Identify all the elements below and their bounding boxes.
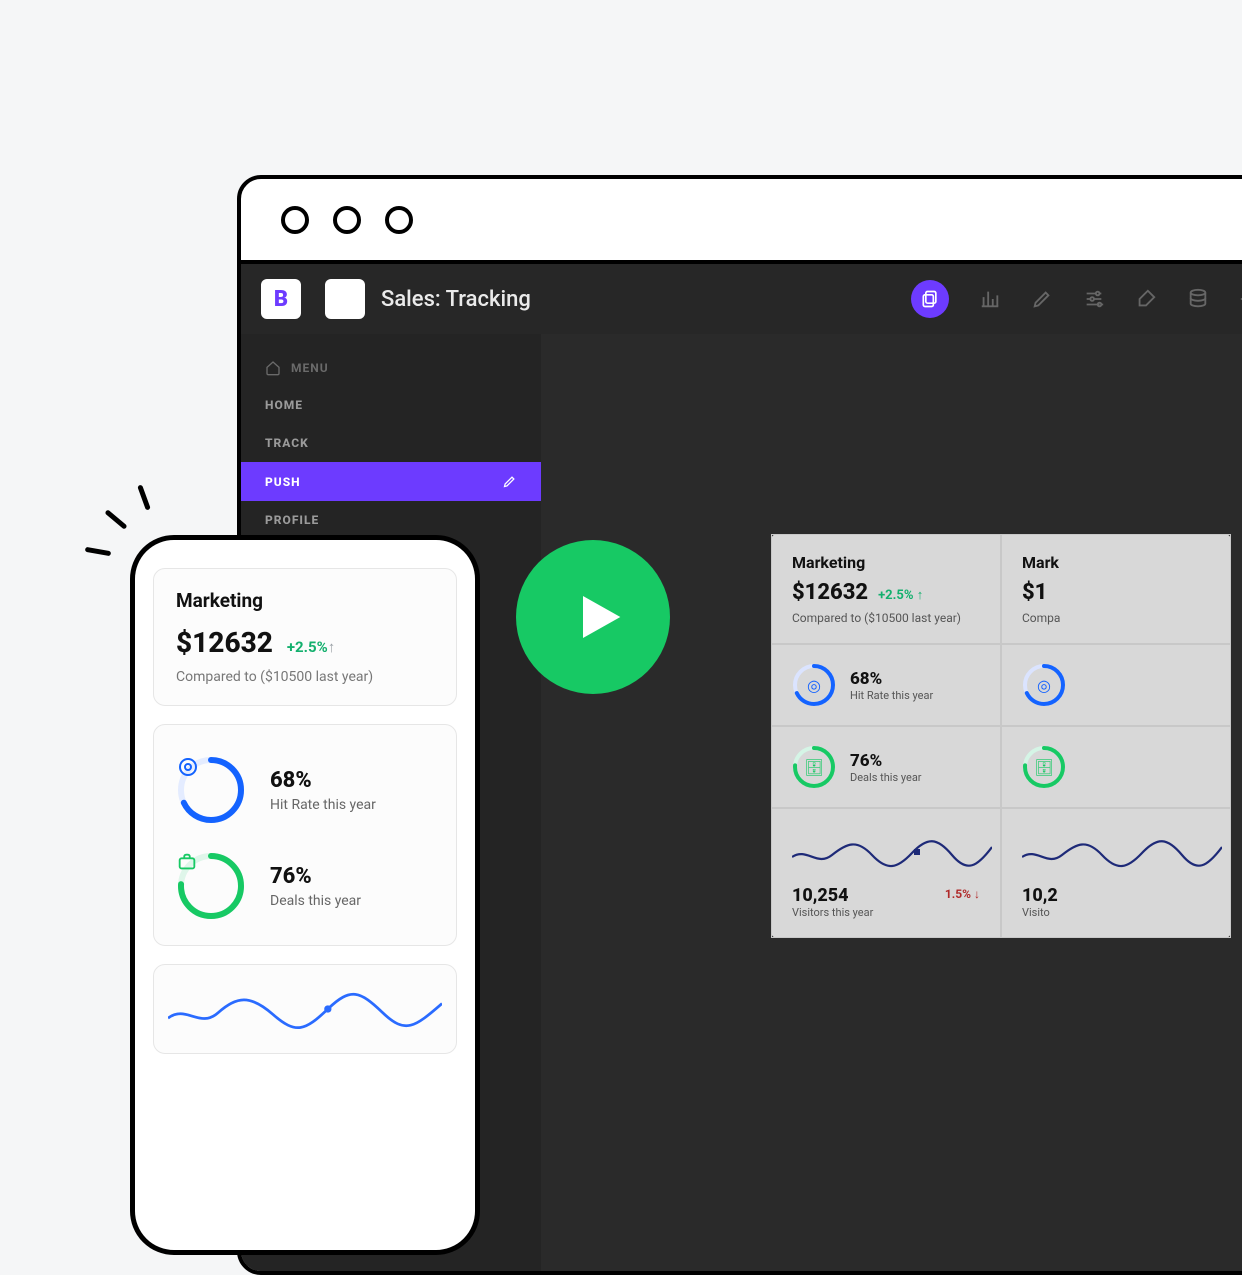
project-thumb[interactable] (325, 279, 365, 319)
window-dot[interactable] (333, 206, 361, 234)
pages-icon[interactable] (911, 280, 949, 318)
deals-value: 76% (270, 864, 361, 889)
briefcase-icon: 🗄 (792, 745, 836, 789)
briefcase-icon (176, 851, 246, 921)
brush-icon[interactable] (1135, 288, 1157, 310)
play-button[interactable] (516, 540, 670, 694)
app-logo[interactable]: B (261, 279, 301, 319)
phone-frame: Marketing $12632 +2.5%↑ Compared to ($10… (130, 535, 480, 1255)
phone-marketing-card: Marketing $12632 +2.5%↑ Compared to ($10… (153, 568, 457, 706)
target-icon (176, 755, 246, 825)
preview-hitrate-row: ◎ 68% Hit Rate this year (771, 644, 1001, 726)
hitrate-row: 68% Hit Rate this year (176, 755, 434, 825)
pencil-icon[interactable] (502, 474, 517, 489)
window-dot[interactable] (281, 206, 309, 234)
sliders-icon[interactable] (1083, 288, 1105, 310)
sidebar-item-push[interactable]: PUSH (241, 462, 541, 501)
page-title: Sales: Tracking (381, 287, 531, 312)
preview-marketing-card: Marketing $12632 +2.5% ↑ Compared to ($1… (771, 534, 1001, 644)
delta-up: +2.5%↑ (287, 638, 335, 656)
home-icon (265, 360, 281, 376)
menu-header: MENU (241, 350, 541, 386)
app-header: B Sales: Tracking (241, 264, 1242, 334)
preview-panel: Marketing $12632 +2.5% ↑ Compared to ($1… (771, 534, 1231, 938)
phone-stats-card: 68% Hit Rate this year 76% Deals this ye… (153, 724, 457, 946)
hitrate-value: 68% (270, 768, 376, 793)
visitors-sparkline (792, 827, 992, 877)
chart-icon[interactable] (979, 288, 1001, 310)
preview-deals-row: 🗄 76% Deals this year (771, 726, 1001, 808)
canvas[interactable]: Marketing $12632 +2.5% ↑ Compared to ($1… (541, 334, 1242, 1275)
database-icon[interactable] (1187, 288, 1209, 310)
card-subtitle: Compared to ($10500 last year) (176, 669, 434, 685)
sidebar-item-profile[interactable]: PROFILE (241, 501, 541, 539)
card-title: Marketing (176, 589, 434, 612)
window-dot[interactable] (385, 206, 413, 234)
phone-chart-card (153, 964, 457, 1054)
toolbar (911, 280, 1242, 318)
visitors-sparkline (168, 979, 442, 1039)
preview-visitors-card: 1.5% ↓ 10,254 Visitors this year (771, 808, 1001, 938)
target-icon: ◎ (792, 663, 836, 707)
pencil-icon[interactable] (1031, 288, 1053, 310)
deals-label: Deals this year (270, 893, 361, 909)
deals-row: 76% Deals this year (176, 851, 434, 921)
card-amount: $12632 (176, 626, 273, 659)
play-icon (569, 589, 625, 645)
sidebar-item-track[interactable]: TRACK (241, 424, 541, 462)
sidebar-item-home[interactable]: HOME (241, 386, 541, 424)
hitrate-label: Hit Rate this year (270, 797, 376, 813)
browser-tab-bar (241, 179, 1242, 264)
